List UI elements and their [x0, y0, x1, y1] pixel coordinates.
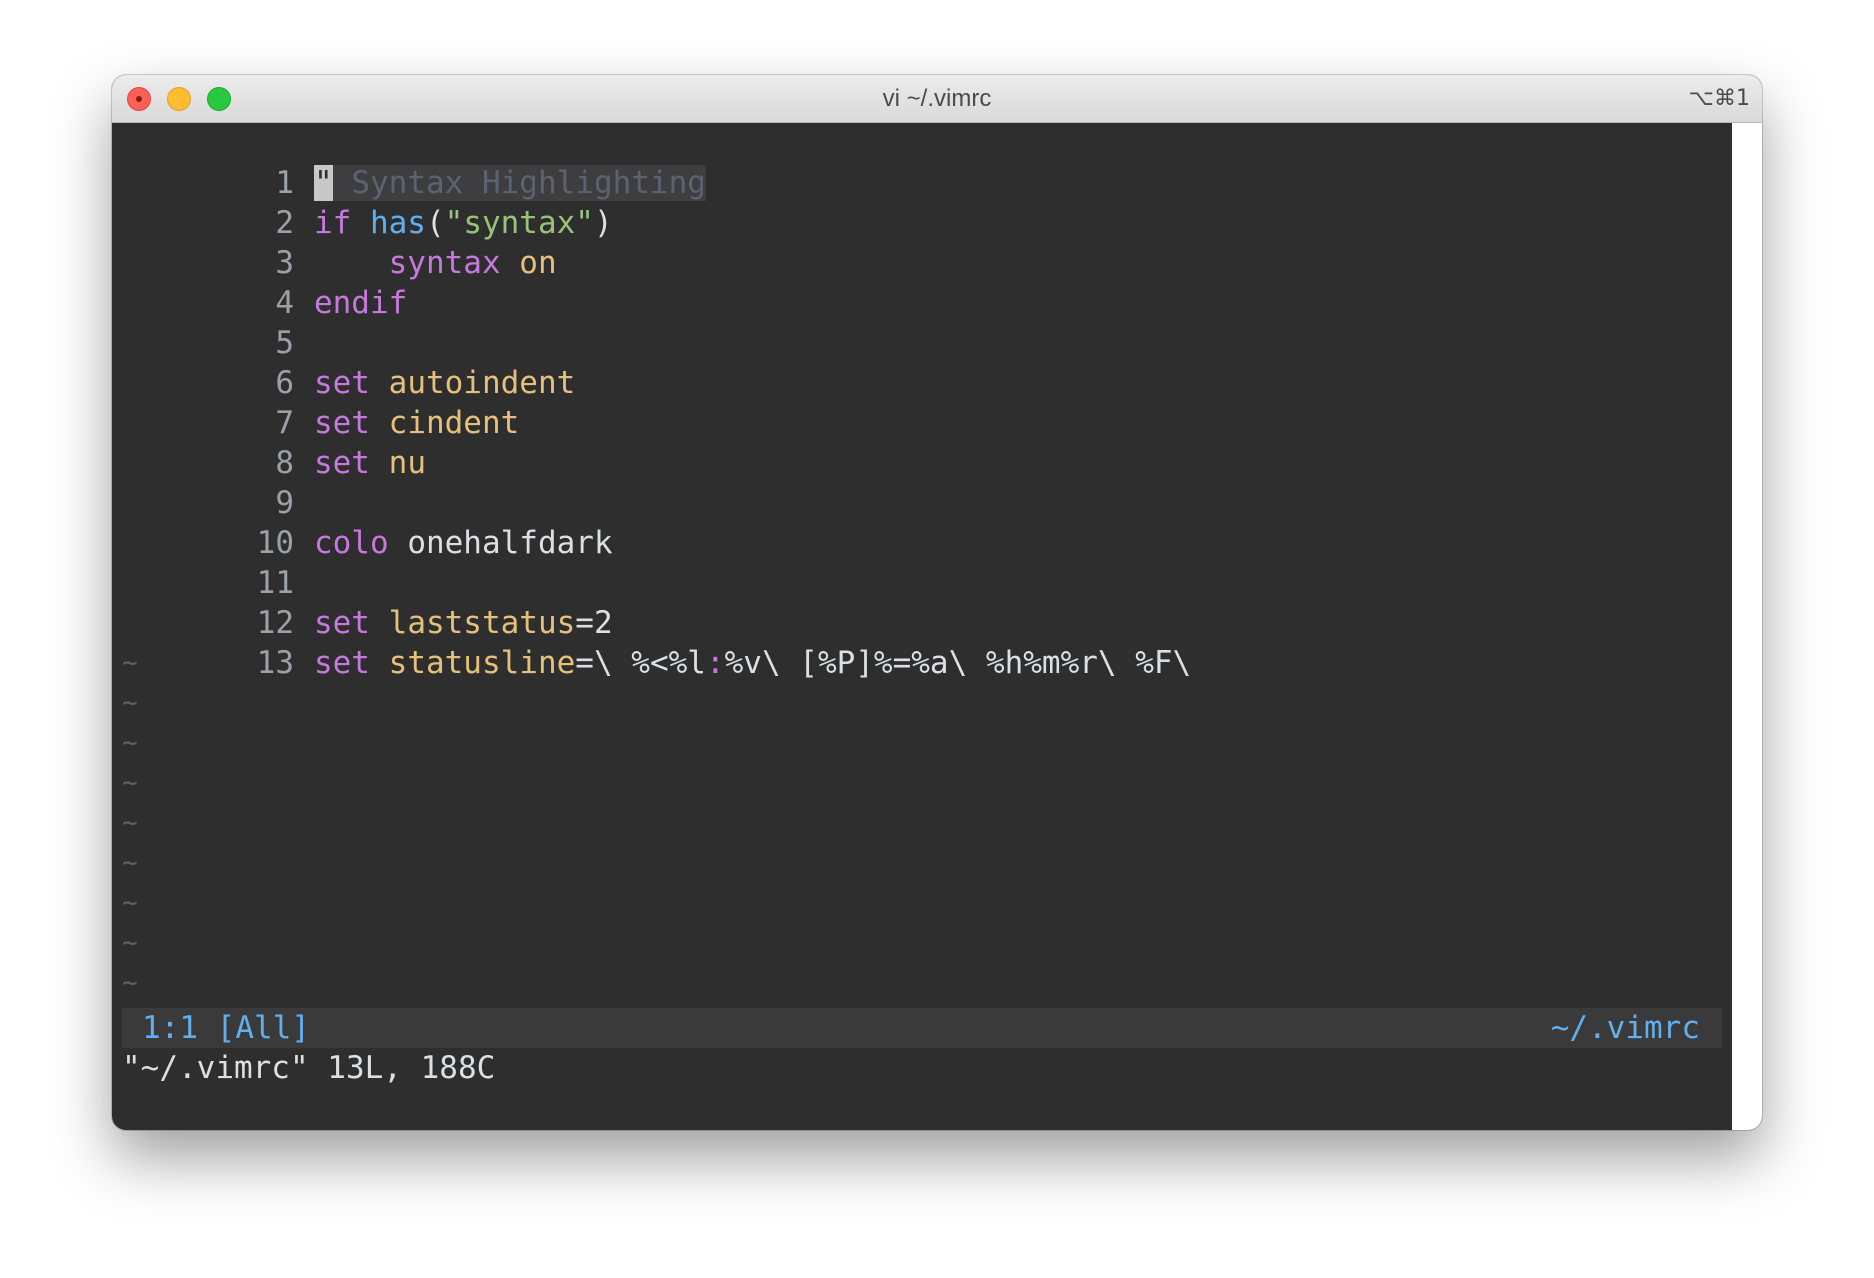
- file-path: ~/.vimrc: [1550, 1010, 1700, 1046]
- code-line[interactable]: 8 set nu: [122, 403, 426, 481]
- empty-line-tilde: ~: [122, 688, 138, 718]
- code-line[interactable]: 7 set cindent: [122, 363, 519, 441]
- scrollbar[interactable]: [1732, 123, 1762, 1130]
- option-name: statusline: [388, 645, 576, 681]
- code-line[interactable]: 6 set autoindent: [122, 323, 575, 401]
- code-line[interactable]: 5: [122, 283, 314, 361]
- empty-line-tilde: ~: [122, 888, 138, 918]
- keyword: set: [313, 445, 370, 481]
- option-value: %v\ [%P]%=%a\ %h%m%r\ %F\: [724, 645, 1192, 681]
- code-line[interactable]: 1 " Syntax Highlighting: [122, 123, 706, 201]
- option-value: =\ %<%l: [575, 645, 706, 681]
- empty-line-tilde: ~: [122, 928, 138, 958]
- title-bar[interactable]: vi ~/.vimrc ⌥⌘1: [112, 75, 1762, 123]
- code-line[interactable]: 2 if has("syntax"): [122, 163, 612, 241]
- empty-line-tilde: ~: [122, 968, 138, 998]
- terminal-window: vi ~/.vimrc ⌥⌘1 1 " Syntax Highlighting 2…: [112, 75, 1762, 1130]
- code-line[interactable]: 9: [122, 443, 314, 521]
- cursor-position: 1:1 [All]: [142, 1010, 310, 1046]
- argument: on: [519, 245, 557, 281]
- code-line[interactable]: 11: [122, 523, 314, 601]
- empty-line-tilde: ~: [122, 648, 138, 678]
- paren: ): [593, 205, 613, 241]
- code-line[interactable]: 13 set statusline=\ %<%l:%v\ [%P]%=%a\ %h…: [122, 603, 1192, 681]
- empty-line-tilde: ~: [122, 728, 138, 758]
- line-number: 13: [256, 645, 294, 681]
- status-line: 1:1 [All] ~/.vimrc: [122, 1008, 1722, 1048]
- keyword: set: [313, 645, 370, 681]
- code-line[interactable]: 3 syntax on: [122, 203, 556, 281]
- colorscheme-name: onehalfdark: [407, 525, 613, 561]
- keyword: endif: [313, 285, 408, 321]
- empty-line-tilde: ~: [122, 808, 138, 838]
- colon: :: [705, 645, 725, 681]
- code-line[interactable]: 4 endif: [122, 243, 407, 321]
- keyword: colo: [313, 525, 389, 561]
- empty-line-tilde: ~: [122, 768, 138, 798]
- option-name: nu: [388, 445, 426, 481]
- code-line[interactable]: 12 set laststatus=2: [122, 563, 613, 641]
- vim-editor[interactable]: 1 " Syntax Highlighting 2 if has("syntax")…: [122, 123, 1722, 1130]
- code-line[interactable]: 10 colo onehalfdark: [122, 483, 613, 561]
- command-message: "~/.vimrc" 13L, 188C: [122, 1050, 496, 1086]
- window-title: vi ~/.vimrc: [882, 85, 992, 112]
- window-shortcut: ⌥⌘1: [1688, 86, 1750, 111]
- empty-line-tilde: ~: [122, 848, 138, 878]
